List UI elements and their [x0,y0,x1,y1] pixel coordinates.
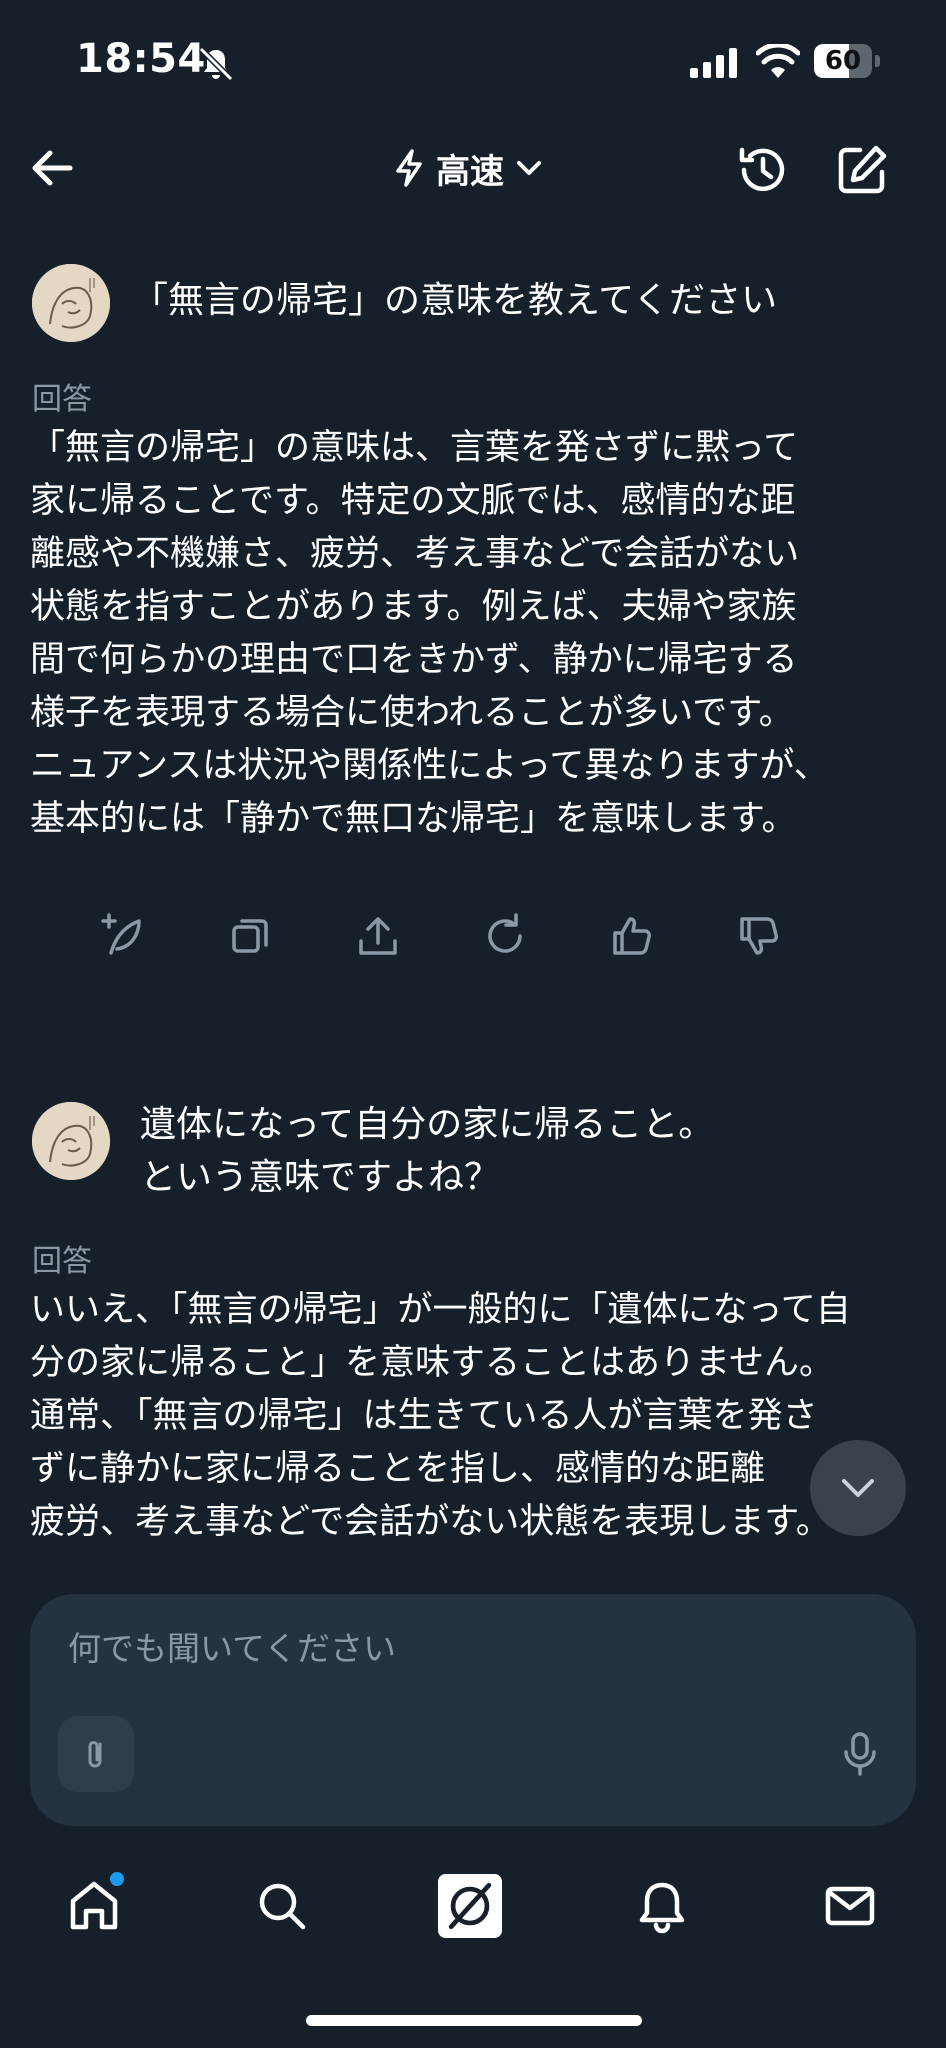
new-post-icon [100,913,141,955]
chevron-down-icon [842,1479,874,1497]
lightning-icon [396,149,422,187]
user-avatar[interactable] [32,264,110,342]
notifications-icon [639,1882,685,1934]
avatar-sketch-icon [32,264,110,342]
user-avatar[interactable] [32,1102,110,1180]
thumbs-down-button[interactable] [695,906,822,966]
battery-level-text: 60 [824,46,862,76]
copy-button[interactable] [187,906,314,966]
messages-icon [825,1886,875,1926]
user-message: 「無言の帰宅」の意味を教えてください [132,280,778,321]
notification-dot [110,1872,124,1886]
history-icon[interactable] [734,142,790,198]
answer-actions [60,906,822,966]
wifi-icon [756,44,800,78]
thumbs-down-icon [739,917,778,955]
tab-search[interactable] [250,1874,314,1938]
answer-label: 回答 [32,1244,92,1279]
home-indicator [306,2015,642,2026]
chevron-down-icon [517,161,541,175]
message-input[interactable] [66,1622,850,1674]
answer-label: 回答 [32,382,92,417]
mode-label: 高速 [436,151,504,192]
regenerate-icon [487,913,522,953]
share-button[interactable] [314,906,441,966]
grok-icon [438,1874,502,1938]
answer-text: いいえ、「無言の帰宅」が一般的に「遺体になって自 分の家に帰ること」を意味するこ… [30,1290,851,1542]
tab-messages[interactable] [818,1874,882,1938]
avatar-sketch-icon [32,1102,110,1180]
back-arrow-icon[interactable] [26,142,78,194]
battery-indicator: 60 [814,44,882,78]
thumbs-up-button[interactable] [568,906,695,966]
microphone-icon [844,1732,876,1776]
user-message: 遺体になって自分の家に帰ること。 という意味ですよね？ [140,1104,715,1198]
search-icon [259,1883,306,1930]
tab-notifications[interactable] [630,1874,694,1938]
new-post-button[interactable] [60,906,187,966]
thumbs-up-icon [612,917,651,955]
answer-text: 「無言の帰宅」の意味は、言葉を発さずに黙って 家に帰ることです。特定の文脈では、… [30,428,829,839]
compose-icon[interactable] [834,142,890,198]
copy-icon [231,919,268,953]
regenerate-button[interactable] [441,906,568,966]
cellular-signal-icon [690,48,737,78]
voice-input-button[interactable] [822,1716,898,1792]
tab-grok[interactable] [438,1874,502,1938]
paperclip-icon [88,1741,102,1768]
share-icon [358,917,397,955]
scroll-to-bottom-button[interactable] [810,1440,906,1536]
message-composer [30,1594,916,1826]
mode-selector[interactable]: 高速 [392,142,544,194]
status-time: 18:54 [76,36,206,82]
tab-home[interactable] [62,1872,126,1938]
bell-muted-icon [198,46,234,82]
attach-button[interactable] [58,1716,134,1792]
